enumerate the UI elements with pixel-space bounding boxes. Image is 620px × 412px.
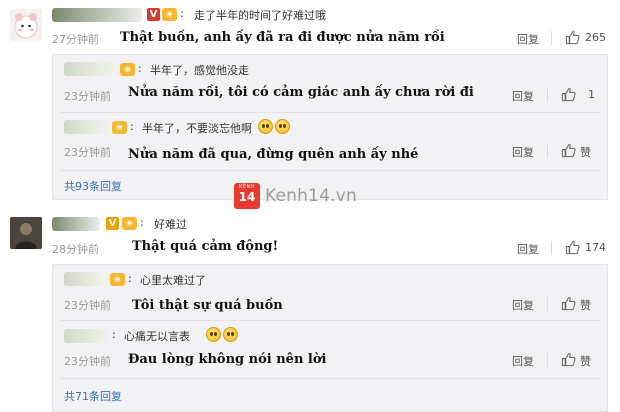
- divider: [547, 297, 548, 311]
- reply-divider: [60, 378, 600, 379]
- level-badge-icon: ❀: [162, 8, 177, 21]
- divider: [547, 88, 548, 102]
- divider: [547, 144, 548, 158]
- username-blurred[interactable]: [64, 62, 118, 76]
- sad-face-emoji-icon: [223, 327, 238, 342]
- colon: :: [112, 328, 116, 341]
- reply-button[interactable]: 回复: [512, 297, 534, 313]
- reply-text-chinese: 半年了，不要淡忘他啊: [142, 122, 252, 135]
- kenh14-logo: KÊNH 14: [234, 183, 260, 209]
- translation-text: Thật quá cảm động!: [132, 239, 279, 254]
- divider: [551, 31, 552, 45]
- watermark-text: Kenh14.vn: [265, 186, 357, 206]
- translation-text: Nửa năm rồi, tôi có cảm giác anh ấy chưa…: [128, 85, 474, 100]
- translation-text: Nửa năm đã qua, đừng quên anh ấy nhé: [128, 147, 419, 162]
- like-count: 1: [588, 88, 595, 101]
- divider: [547, 353, 548, 367]
- reply-button[interactable]: 回复: [517, 31, 539, 47]
- comment-text-chinese: 好难过: [154, 218, 187, 231]
- avatar[interactable]: [10, 217, 42, 249]
- reply-time: 23分钟前: [64, 299, 111, 312]
- username-blurred[interactable]: [64, 120, 110, 134]
- level-badge-icon: ❀: [112, 121, 127, 134]
- reply-button[interactable]: 回复: [512, 353, 534, 369]
- username-blurred[interactable]: [64, 329, 110, 343]
- more-replies-link[interactable]: 共93条回复: [64, 178, 122, 194]
- level-badge-icon: ❀: [110, 273, 125, 286]
- level-badge-icon: ❀: [122, 217, 137, 230]
- like-count: 265: [585, 31, 606, 44]
- translation-text: Đau lòng không nói nên lời: [128, 352, 327, 367]
- comment-time: 28分钟前: [52, 243, 99, 256]
- verified-v-icon: V: [147, 8, 160, 21]
- like-label[interactable]: 赞: [580, 144, 591, 160]
- reply-text-chinese: 心里太难过了: [140, 274, 206, 287]
- translation-text: Tôi thật sự quá buồn: [132, 298, 283, 313]
- reply-divider: [60, 320, 600, 321]
- username-blurred[interactable]: [52, 217, 100, 231]
- sad-face-emoji-icon: [206, 327, 221, 342]
- sad-face-emoji-icon: [258, 119, 273, 134]
- replies-panel: [52, 54, 608, 200]
- colon: :: [180, 7, 184, 20]
- comment-time: 27分钟前: [52, 33, 99, 46]
- divider: [551, 241, 552, 255]
- reply-button[interactable]: 回复: [512, 144, 534, 160]
- reply-divider: [60, 112, 600, 113]
- reply-button[interactable]: 回复: [517, 241, 539, 257]
- like-label[interactable]: 赞: [580, 297, 591, 313]
- like-count: 174: [585, 241, 606, 254]
- thumbs-up-icon[interactable]: [561, 143, 576, 158]
- like-label[interactable]: 赞: [580, 353, 591, 369]
- reply-time: 23分钟前: [64, 355, 111, 368]
- level-badge-icon: ❀: [120, 63, 135, 76]
- avatar-photo-icon: [10, 217, 42, 249]
- colon: :: [128, 272, 132, 285]
- reply-button[interactable]: 回复: [512, 88, 534, 104]
- thumbs-up-icon[interactable]: [565, 30, 580, 45]
- username-blurred[interactable]: [64, 272, 108, 286]
- logo-top-text: KÊNH: [239, 184, 255, 190]
- thumbs-up-icon[interactable]: [561, 296, 576, 311]
- translation-text: Thật buồn, anh ấy đã ra đi được nửa năm …: [120, 30, 445, 45]
- thumbs-up-icon[interactable]: [561, 352, 576, 367]
- colon: :: [140, 216, 144, 229]
- avatar[interactable]: [10, 9, 42, 41]
- reply-text-chinese: 半年了，感觉他没走: [150, 64, 249, 77]
- avatar-cartoon-icon: [14, 13, 38, 39]
- sad-face-emoji-icon: [275, 119, 290, 134]
- reply-text-chinese: 心痛无以言表: [124, 330, 190, 343]
- comment-text-chinese: 走了半年的时间了好难过哦: [194, 9, 326, 22]
- colon: :: [130, 120, 134, 133]
- username-blurred[interactable]: [52, 8, 142, 22]
- reply-divider: [60, 170, 600, 171]
- logo-number: 14: [238, 190, 256, 204]
- more-replies-link[interactable]: 共71条回复: [64, 388, 122, 404]
- verified-v-icon: V: [106, 217, 119, 230]
- thumbs-up-icon[interactable]: [561, 87, 576, 102]
- colon: :: [138, 62, 142, 75]
- reply-time: 23分钟前: [64, 146, 111, 159]
- kenh14-watermark: KÊNH 14 Kenh14.vn: [234, 183, 357, 209]
- reply-time: 23分钟前: [64, 90, 111, 103]
- thumbs-up-icon[interactable]: [565, 240, 580, 255]
